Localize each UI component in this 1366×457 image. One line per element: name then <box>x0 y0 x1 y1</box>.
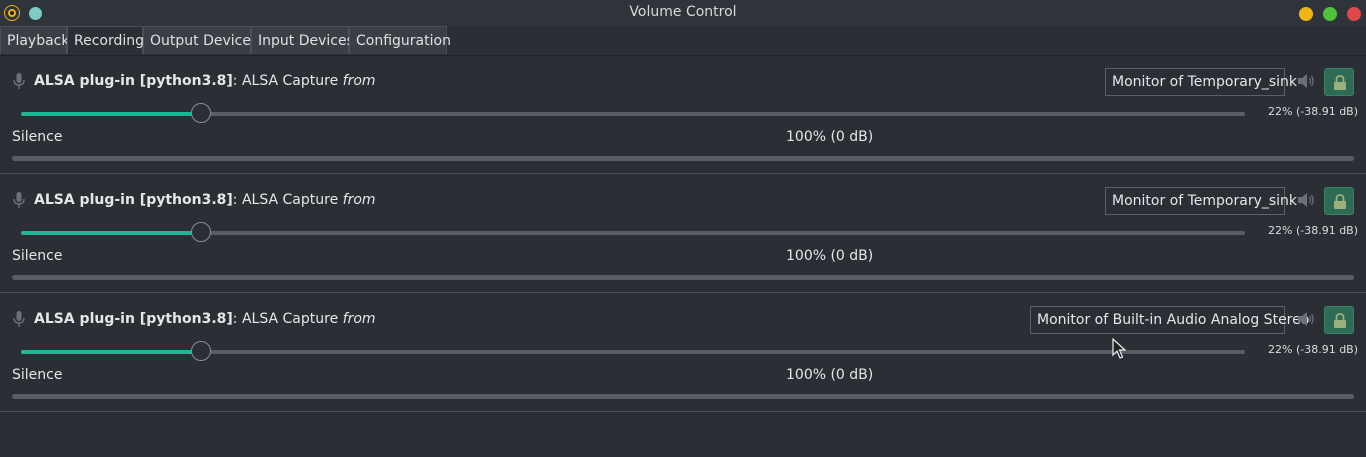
stream-description: : ALSA Capture <box>232 73 343 89</box>
from-label: from <box>342 73 376 89</box>
maximize-button[interactable] <box>1323 7 1337 21</box>
peak-meter <box>12 394 1354 399</box>
title-bar: Volume Control <box>0 0 1366 26</box>
source-device-select[interactable]: Monitor of Temporary_sink <box>1105 187 1297 215</box>
lock-icon <box>1334 313 1346 328</box>
peak-meter <box>12 275 1354 280</box>
stream-app-name: ALSA plug-in [python3.8] <box>34 73 233 89</box>
tab-input-devices[interactable]: Input Devices <box>251 26 354 54</box>
volume-slider-fill <box>21 231 201 235</box>
lock-icon <box>1334 194 1346 209</box>
from-label: from <box>342 192 376 208</box>
source-device-select[interactable]: Monitor of Temporary_sink <box>1105 68 1297 96</box>
stream-app-name: ALSA plug-in [python3.8] <box>34 311 233 327</box>
volume-100-label: 100% (0 dB) <box>786 129 874 145</box>
stream-title: ALSA plug-in [python3.8]: ALSA Capture f… <box>34 73 376 89</box>
tab-output-devices[interactable]: Output Devices <box>143 26 258 54</box>
speaker-mute-icon[interactable] <box>1297 311 1315 327</box>
tab-playback[interactable]: Playback <box>0 26 69 54</box>
minimize-button[interactable] <box>1299 7 1313 21</box>
volume-slider-fill <box>21 350 201 354</box>
from-label: from <box>342 311 376 327</box>
volume-slider-fill <box>21 112 201 116</box>
volume-slider[interactable] <box>21 103 1245 123</box>
volume-slider[interactable] <box>21 341 1245 361</box>
lock-icon <box>1334 75 1346 90</box>
stream-description: : ALSA Capture <box>232 192 343 208</box>
lock-channels-button[interactable] <box>1324 68 1354 96</box>
volume-readout: 22% (-38.91 dB) <box>1268 343 1359 356</box>
volume-100-label: 100% (0 dB) <box>786 367 874 383</box>
speaker-mute-icon[interactable] <box>1297 73 1315 89</box>
stream-app-name: ALSA plug-in [python3.8] <box>34 192 233 208</box>
volume-slider-knob[interactable] <box>190 341 211 361</box>
tab-bar: Playback Recording Output Devices Input … <box>0 26 1366 56</box>
recording-stream: ALSA plug-in [python3.8]: ALSA Capture f… <box>0 174 1366 293</box>
lock-channels-button[interactable] <box>1324 306 1354 334</box>
volume-readout: 22% (-38.91 dB) <box>1268 105 1359 118</box>
source-device-select[interactable]: Monitor of Built-in Audio Analog Stereo <box>1030 306 1309 334</box>
recording-stream: ALSA plug-in [python3.8]: ALSA Capture f… <box>0 55 1366 174</box>
volume-slider-knob[interactable] <box>190 103 211 123</box>
window-title: Volume Control <box>629 4 737 20</box>
microphone-icon <box>13 192 25 208</box>
stream-description: : ALSA Capture <box>232 311 343 327</box>
recording-stream: ALSA plug-in [python3.8]: ALSA Capture f… <box>0 293 1366 412</box>
close-button[interactable] <box>1347 7 1361 21</box>
volume-100-label: 100% (0 dB) <box>786 248 874 264</box>
speaker-mute-icon[interactable] <box>1297 192 1315 208</box>
silence-label: Silence <box>12 129 63 145</box>
tab-recording[interactable]: Recording <box>67 26 144 54</box>
tab-configuration[interactable]: Configuration <box>349 26 451 54</box>
volume-readout: 22% (-38.91 dB) <box>1268 224 1359 237</box>
silence-label: Silence <box>12 248 63 264</box>
peak-meter <box>12 156 1354 161</box>
lock-channels-button[interactable] <box>1324 187 1354 215</box>
mouse-pointer-icon <box>1112 338 1126 359</box>
volume-slider[interactable] <box>21 222 1245 242</box>
stream-title: ALSA plug-in [python3.8]: ALSA Capture f… <box>34 311 376 327</box>
microphone-icon <box>13 311 25 327</box>
silence-label: Silence <box>12 367 63 383</box>
volume-slider-knob[interactable] <box>190 222 211 242</box>
stream-title: ALSA plug-in [python3.8]: ALSA Capture f… <box>34 192 376 208</box>
microphone-icon <box>13 73 25 89</box>
